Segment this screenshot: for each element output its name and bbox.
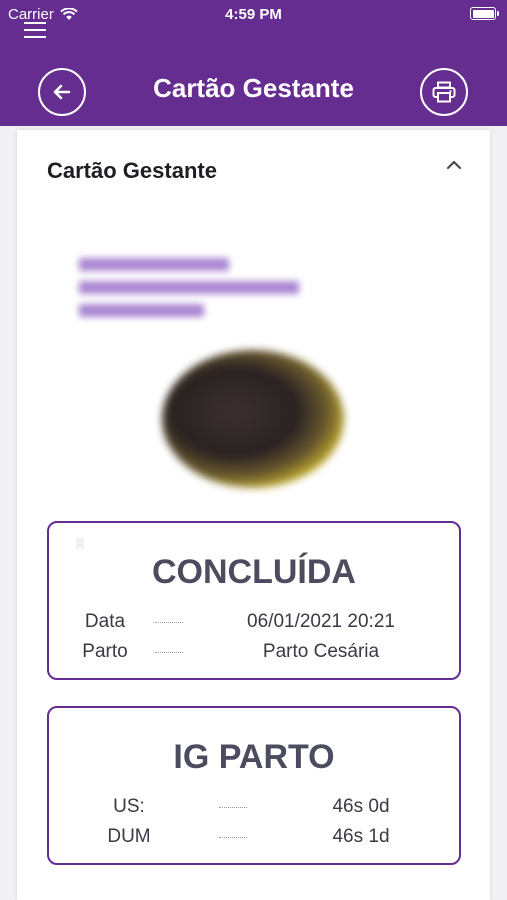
delivery-value: Parto Cesária	[262, 641, 380, 662]
chevron-up-icon[interactable]	[444, 158, 464, 172]
divider	[155, 652, 183, 653]
blurred-text	[79, 258, 299, 327]
dum-row: DUM 46s 1d	[49, 826, 459, 850]
status-title: CONCLUÍDA	[152, 553, 356, 591]
profile-photo	[162, 350, 344, 488]
us-row: US: 46s 0d	[49, 796, 459, 820]
battery-icon	[470, 7, 499, 20]
gestational-age-box: IG PARTO US: 46s 0d DUM 46s 1d	[47, 706, 461, 865]
printer-icon	[432, 81, 456, 103]
menu-icon[interactable]	[24, 22, 46, 40]
divider	[219, 807, 247, 808]
card-title: Cartão Gestante	[47, 158, 217, 183]
date-label: Data	[84, 611, 126, 632]
date-row: Data 06/01/2021 20:21	[49, 611, 459, 635]
us-label: US:	[113, 796, 145, 817]
app-header: Carrier 4:59 PM Cartão Gestante	[0, 0, 507, 126]
delivery-row: Parto Parto Cesária	[49, 641, 459, 665]
status-bar: Carrier 4:59 PM	[0, 0, 507, 28]
date-value: 06/01/2021 20:21	[247, 611, 395, 632]
status-box: CONCLUÍDA Data 06/01/2021 20:21 Parto Pa…	[47, 521, 461, 680]
gestational-age-title: IG PARTO	[173, 738, 335, 776]
divider	[219, 837, 247, 838]
bookmark-icon	[76, 538, 84, 550]
status-time: 4:59 PM	[225, 6, 282, 23]
dum-value: 46s 1d	[332, 826, 390, 847]
divider	[155, 622, 183, 623]
us-value: 46s 0d	[332, 796, 390, 817]
dum-label: DUM	[107, 826, 151, 847]
print-button[interactable]	[420, 68, 468, 116]
pregnancy-card: Cartão Gestante CONCLUÍDA Data 06/01/202…	[17, 130, 490, 900]
delivery-label: Parto	[82, 641, 128, 662]
